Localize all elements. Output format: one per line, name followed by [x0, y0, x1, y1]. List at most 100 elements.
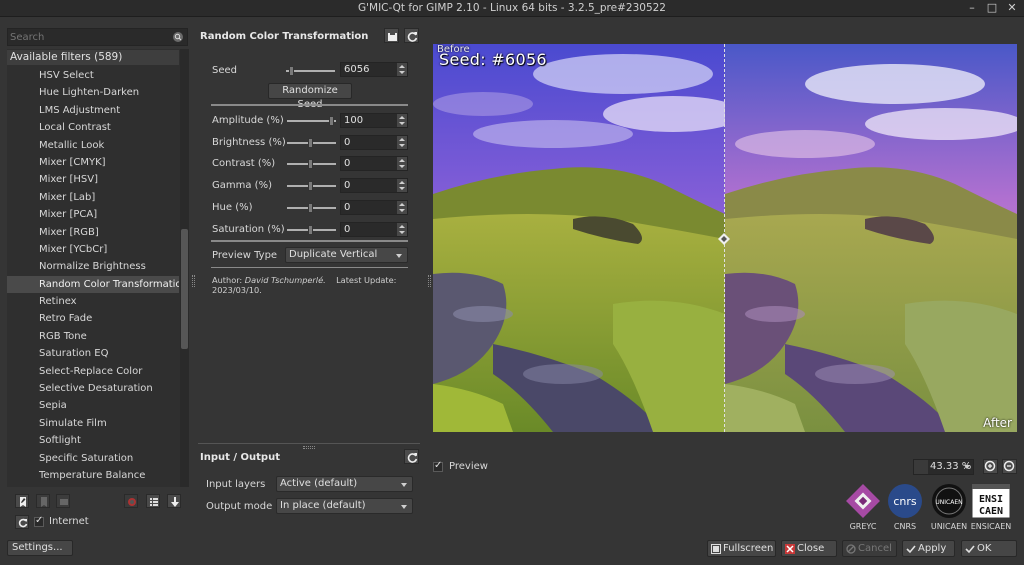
ok-button[interactable]: OK — [961, 540, 1017, 557]
unicaen-logo-text: UNICAEN — [935, 499, 962, 506]
param-spin-arrows[interactable] — [397, 179, 407, 192]
param-spin-arrows[interactable] — [397, 157, 407, 170]
right-splitter-grip[interactable] — [428, 275, 431, 287]
search-clear-icon[interactable] — [172, 31, 184, 43]
ensicaen-label: ENSICAEN — [970, 522, 1012, 531]
filter-item[interactable]: Sepia — [7, 397, 179, 414]
zoom-fit-button[interactable] — [914, 460, 928, 474]
filter-scrollbar[interactable] — [180, 49, 189, 487]
add-fave-button[interactable] — [15, 494, 29, 508]
copy-command-button[interactable] — [384, 28, 399, 43]
param-slider[interactable] — [287, 159, 336, 169]
filter-item[interactable]: Softlight — [7, 432, 179, 449]
filter-item[interactable]: Select-Replace Color — [7, 363, 179, 380]
param-slider-handle[interactable] — [308, 138, 313, 148]
filter-item[interactable]: LMS Adjustment — [7, 102, 179, 119]
filter-item[interactable]: Retro Fade — [7, 310, 179, 327]
filter-item[interactable]: Mixer [RGB] — [7, 224, 179, 241]
filter-item[interactable]: Normalize Brightness — [7, 258, 179, 275]
param-slider[interactable] — [287, 116, 336, 126]
apply-button[interactable]: Apply — [902, 540, 955, 557]
filters-header[interactable]: Available filters (589) — [7, 50, 179, 65]
fullscreen-button[interactable]: Fullscreen — [707, 540, 776, 557]
separator-top — [211, 104, 408, 106]
param-spin-arrows[interactable] — [397, 114, 407, 127]
filter-item[interactable]: Metallic Look — [7, 137, 179, 154]
filter-item[interactable]: Retinex — [7, 293, 179, 310]
seed-spin-arrows[interactable] — [397, 63, 407, 76]
preview-before — [433, 44, 725, 432]
preview-type-select[interactable]: Duplicate Vertical — [285, 247, 408, 263]
param-spinbox[interactable]: 0 — [340, 135, 408, 150]
param-spinbox[interactable]: 0 — [340, 222, 408, 237]
param-slider[interactable] — [287, 203, 336, 213]
io-splitter-grip[interactable] — [303, 446, 315, 449]
preview-checkbox[interactable] — [433, 460, 443, 472]
filter-item[interactable]: Mixer [Lab] — [7, 189, 179, 206]
param-slider[interactable] — [287, 181, 336, 191]
filter-item[interactable]: Hue Lighten-Darken — [7, 84, 179, 101]
window-close-button[interactable]: ✕ — [1006, 2, 1018, 14]
close-button[interactable]: Close — [781, 540, 837, 557]
filter-item[interactable]: Local Contrast — [7, 119, 179, 136]
seed-slider[interactable] — [286, 66, 335, 76]
zoom-in-button[interactable] — [983, 459, 998, 474]
visibility-button[interactable] — [124, 494, 138, 508]
output-mode-select[interactable]: In place (default) — [276, 498, 413, 514]
settings-button[interactable]: Settings... — [7, 540, 73, 556]
search-input[interactable] — [10, 30, 170, 44]
filter-item[interactable]: Temperature Balance — [7, 467, 179, 484]
randomize-seed-button[interactable]: Randomize Seed — [268, 83, 352, 110]
ok-icon — [965, 545, 975, 554]
minimize-button[interactable]: – — [966, 2, 978, 14]
io-reset-button[interactable] — [404, 449, 419, 464]
reset-params-button[interactable] — [404, 28, 419, 43]
cancel-button[interactable]: Cancel — [842, 540, 897, 557]
filter-item[interactable]: Mixer [HSV] — [7, 171, 179, 188]
param-slider-handle[interactable] — [308, 203, 313, 213]
param-slider[interactable] — [287, 225, 336, 235]
param-spinbox[interactable]: 0 — [340, 178, 408, 193]
filter-item[interactable]: HSV Select — [7, 67, 179, 84]
maximize-button[interactable]: □ — [986, 2, 998, 14]
seed-slider-handle[interactable] — [289, 66, 294, 76]
seed-spinbox[interactable]: 6056 — [340, 62, 408, 77]
input-layers-select[interactable]: Active (default) — [276, 476, 413, 492]
param-slider[interactable] — [287, 138, 336, 148]
param-slider-handle[interactable] — [329, 116, 334, 126]
filter-item[interactable]: Specific Saturation — [7, 450, 179, 467]
param-slider-handle[interactable] — [308, 225, 313, 235]
rename-fave-button[interactable] — [56, 494, 70, 508]
filter-item[interactable]: Random Color Transformation — [7, 275, 179, 294]
expand-all-button[interactable] — [146, 494, 160, 508]
filter-search[interactable] — [7, 28, 188, 46]
collapse-button[interactable] — [167, 494, 181, 508]
param-spinbox[interactable]: 100 — [340, 113, 408, 128]
param-spinbox[interactable]: 0 — [340, 156, 408, 171]
remove-fave-button[interactable] — [36, 494, 50, 508]
internet-checkbox[interactable] — [34, 515, 44, 527]
param-slider-handle[interactable] — [308, 181, 313, 191]
param-spin-arrows[interactable] — [397, 201, 407, 214]
filter-item[interactable]: RGB Tone — [7, 328, 179, 345]
param-spinbox[interactable]: 0 — [340, 200, 408, 215]
preview-option[interactable]: Preview — [433, 460, 488, 472]
param-spin-arrows[interactable] — [397, 136, 407, 149]
filter-tree[interactable]: Available filters (589) HSV Select Hue Li… — [7, 49, 189, 487]
internet-option[interactable]: Internet — [34, 515, 89, 527]
filter-item[interactable]: Mixer [CMYK] — [7, 154, 179, 171]
param-slider-handle[interactable] — [308, 159, 313, 169]
filter-item[interactable]: Mixer [PCA] — [7, 206, 179, 223]
filter-item[interactable]: Simulate Film — [7, 415, 179, 432]
preview-area[interactable]: Before Seed: #6056 After — [433, 44, 1017, 432]
zoom-select[interactable]: 43.33 % — [913, 459, 974, 475]
param-spin-arrows[interactable] — [397, 223, 407, 236]
filter-item[interactable]: Saturation EQ — [7, 345, 179, 362]
filter-scrollbar-thumb[interactable] — [181, 229, 188, 349]
zoom-out-button[interactable] — [1002, 459, 1017, 474]
filter-item[interactable]: Selective Desaturation — [7, 380, 179, 397]
left-splitter-grip[interactable] — [192, 275, 195, 287]
refresh-filters-button[interactable] — [15, 515, 29, 529]
split-handle-icon[interactable] — [718, 233, 730, 245]
filter-item[interactable]: Mixer [YCbCr] — [7, 241, 179, 258]
